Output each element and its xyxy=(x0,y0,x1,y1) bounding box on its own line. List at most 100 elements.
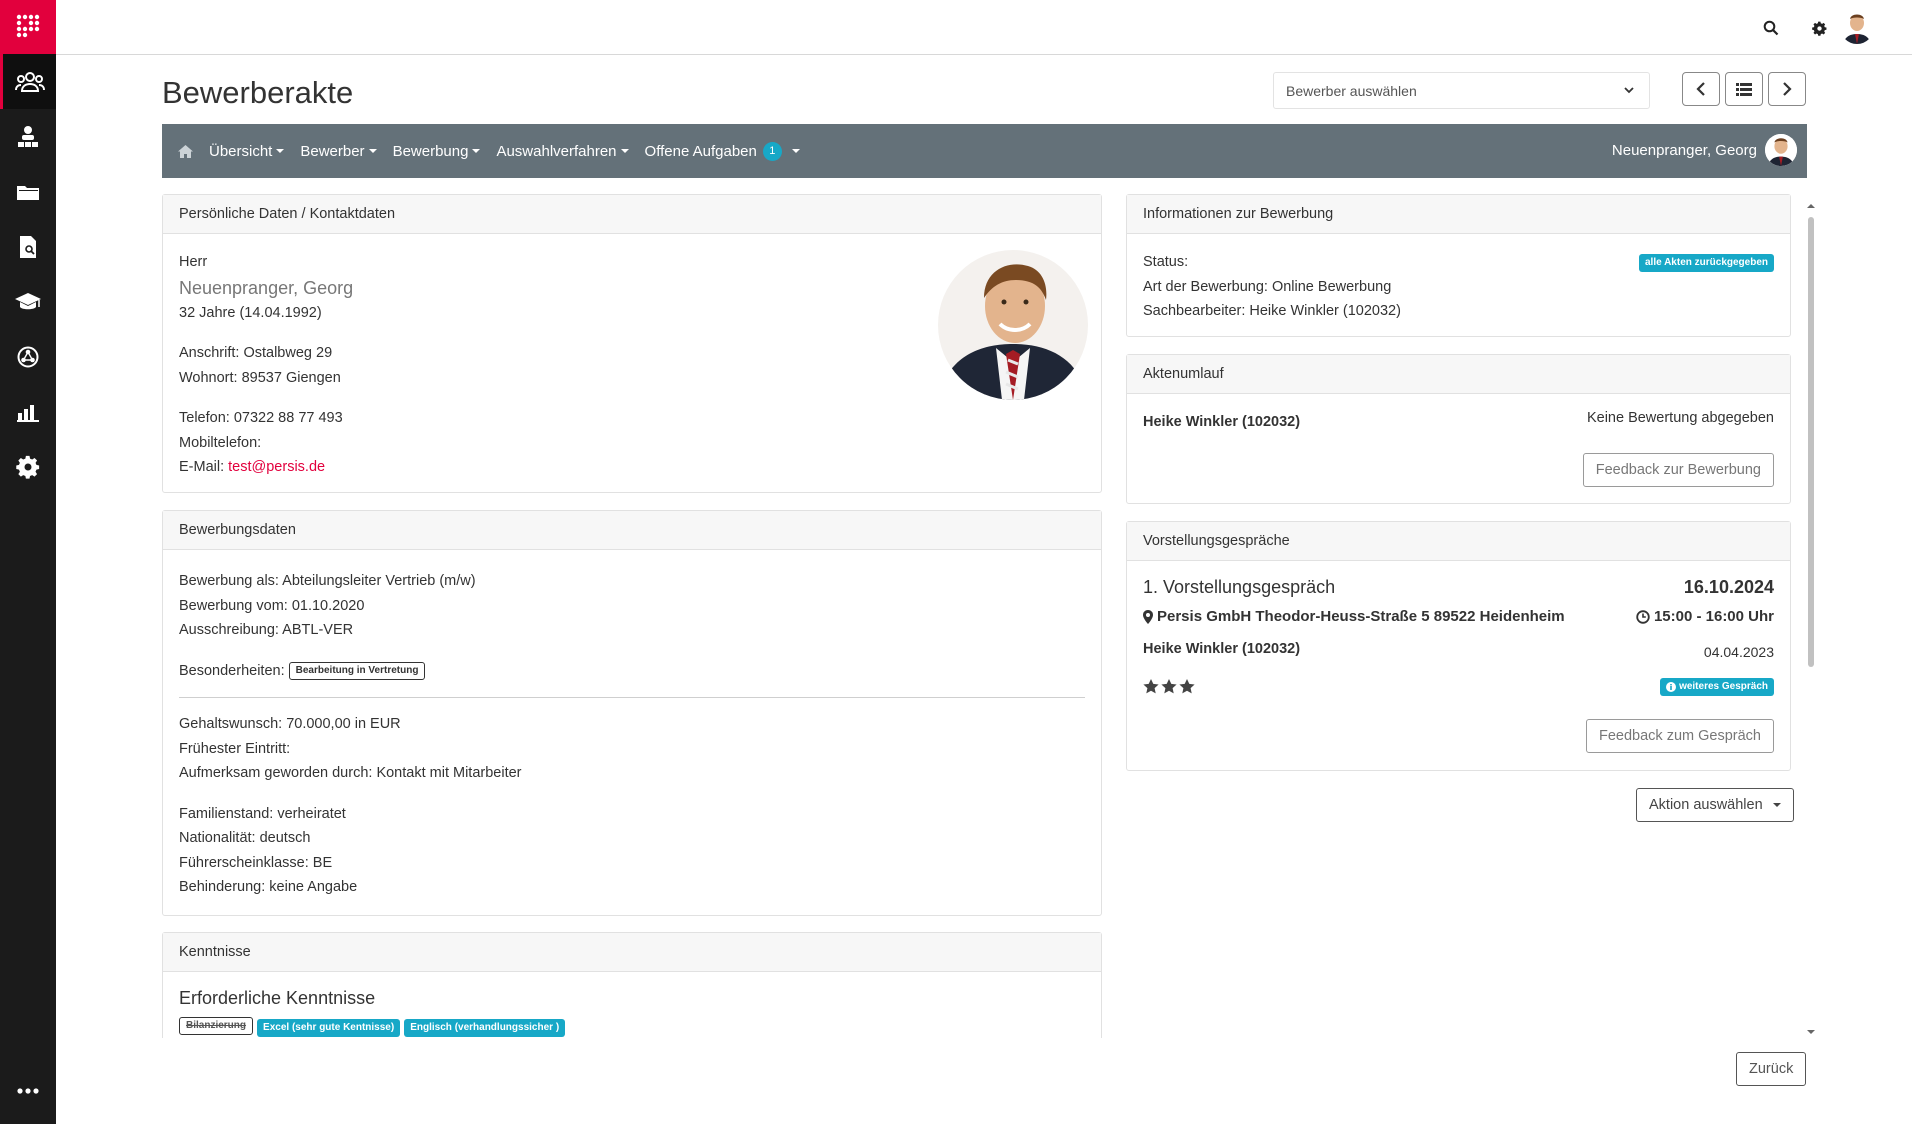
skills-card: Kenntnisse Erforderliche Kenntnisse Bila… xyxy=(162,932,1102,1038)
action-select-label: Aktion auswählen xyxy=(1649,797,1763,813)
marital-status: Familienstand: verheiratet xyxy=(179,805,346,822)
skill-tag: Englisch (verhandlungssicher ) xyxy=(404,1019,566,1037)
nav-user-name: Neuenpranger, Georg xyxy=(1611,141,1757,159)
clerk: Sachbearbeiter: Heike Winkler (102032) xyxy=(1143,303,1401,319)
content-scrollbar[interactable] xyxy=(1806,200,1816,1036)
sidebar-item-network[interactable] xyxy=(0,329,56,384)
feedback-interview-button[interactable]: Feedback zum Gespräch xyxy=(1586,719,1774,753)
settings-button[interactable] xyxy=(1807,16,1831,40)
list-view-button[interactable] xyxy=(1725,72,1763,106)
portrait-image xyxy=(938,250,1088,400)
nav-open-tasks[interactable]: Offene Aufgaben 1 xyxy=(644,141,800,161)
graduation-cap-icon xyxy=(15,292,41,309)
skill-tag: Bilanzierung xyxy=(179,1017,254,1036)
star-icon xyxy=(1179,679,1195,694)
folder-icon xyxy=(17,185,39,200)
personal-data-card: Persönliche Daten / Kontaktdaten Herr Ne… xyxy=(162,194,1102,493)
nav-applicant[interactable]: Bewerber xyxy=(300,142,377,160)
nav-home[interactable] xyxy=(178,144,193,158)
salutation: Herr xyxy=(179,254,208,270)
star-icon xyxy=(1161,679,1177,694)
email-row: E-Mail: test@persis.de xyxy=(179,455,1085,480)
card-header: Bewerbungsdaten xyxy=(163,511,1101,550)
application-info-card: Informationen zur Bewerbung Status: Art … xyxy=(1126,194,1791,337)
logo-dots-icon xyxy=(16,14,40,38)
sidebar-item-files[interactable] xyxy=(0,164,56,219)
application-position: Bewerbung als: Abteilungsleiter Vertrieb… xyxy=(179,573,476,589)
gear-icon xyxy=(16,455,40,479)
chevron-left-icon xyxy=(1696,82,1705,96)
sidebar-item-reports[interactable] xyxy=(0,384,56,439)
sidebar-item-settings[interactable] xyxy=(0,439,56,494)
chevron-down-icon xyxy=(1624,87,1634,94)
skill-tag: Excel (sehr gute Kentnisse) xyxy=(257,1019,401,1037)
mobile: Mobiltelefon: xyxy=(179,434,262,451)
city: Wohnort: 89537 Giengen xyxy=(179,369,341,386)
skills-clip: Kenntnisse Erforderliche Kenntnisse Bila… xyxy=(162,932,1102,1038)
previous-button[interactable] xyxy=(1682,72,1720,106)
nav-user-avatar xyxy=(1765,134,1797,166)
further-interview-badge: weiteres Gespräch xyxy=(1660,678,1774,696)
interview-location-text: Persis GmbH Theodor-Heuss-Straße 5 89522… xyxy=(1157,608,1565,625)
applicant-photo xyxy=(938,250,1088,400)
scroll-down-icon xyxy=(1807,1030,1815,1034)
nav-application-label: Bewerbung xyxy=(392,142,469,160)
card-header: Aktenumlauf xyxy=(1127,355,1790,394)
map-marker-icon xyxy=(1143,609,1153,624)
divider xyxy=(179,697,1085,698)
special-tag: Bearbeitung in Vertretung xyxy=(288,661,426,680)
search-icon xyxy=(1763,20,1779,36)
network-icon xyxy=(17,346,39,367)
interview-time: 15:00 - 16:00 Uhr xyxy=(1636,608,1774,625)
home-icon xyxy=(178,144,193,158)
user-avatar[interactable] xyxy=(1840,10,1874,44)
back-button[interactable]: Zurück xyxy=(1736,1052,1807,1086)
skills-tags: Bilanzierung Excel (sehr gute Kentnisse)… xyxy=(179,1014,1085,1038)
interview-rating xyxy=(1143,679,1195,694)
sidebar-item-documents[interactable] xyxy=(0,219,56,274)
action-select-button[interactable]: Aktion auswählen xyxy=(1636,788,1794,822)
clock-icon xyxy=(1636,609,1650,624)
chevron-right-icon xyxy=(1783,82,1792,96)
info-icon xyxy=(1666,682,1677,692)
nav-overview-label: Übersicht xyxy=(209,142,273,160)
top-bar xyxy=(56,0,1912,55)
file-circulation-card: Aktenumlauf Heike Winkler (102032) Keine… xyxy=(1126,354,1791,504)
nav-selection-process[interactable]: Auswahlverfahren xyxy=(496,142,629,160)
interview-date: 16.10.2024 xyxy=(1683,577,1774,597)
drivers-license: Führerscheinklasse: BE xyxy=(179,854,333,871)
card-header: Persönliche Daten / Kontaktdaten xyxy=(163,195,1101,234)
sidebar-item-applicants[interactable] xyxy=(0,54,56,109)
further-interview-label: weiteres Gespräch xyxy=(1679,681,1768,692)
applicant-select[interactable]: Bewerber auswählen xyxy=(1273,72,1650,109)
nav-application[interactable]: Bewerbung xyxy=(393,143,481,160)
card-header: Informationen zur Bewerbung xyxy=(1127,195,1790,234)
next-button[interactable] xyxy=(1768,72,1806,106)
sidebar-item-training[interactable] xyxy=(0,274,56,329)
nav-overview[interactable]: Übersicht xyxy=(209,142,285,160)
earliest-start: Frühester Eintritt: xyxy=(179,740,291,757)
search-button[interactable] xyxy=(1759,16,1783,40)
nav-selection-label: Auswahlverfahren xyxy=(496,142,617,160)
task-count-badge: 1 xyxy=(762,141,782,161)
sidebar xyxy=(0,0,56,1124)
document-search-icon xyxy=(20,235,36,258)
sidebar-item-organization[interactable] xyxy=(0,109,56,164)
list-icon xyxy=(1736,82,1752,96)
email-link[interactable]: test@persis.de xyxy=(228,459,325,475)
app-logo[interactable] xyxy=(0,0,56,54)
status-badge: alle Akten zurückgegeben xyxy=(1639,254,1774,272)
sidebar-more[interactable] xyxy=(0,1076,56,1106)
feedback-application-button[interactable]: Feedback zur Bewerbung xyxy=(1582,453,1774,487)
circulation-state: Keine Bewertung abgegeben xyxy=(1586,410,1774,426)
application-date: Bewerbung vom: 01.10.2020 xyxy=(179,597,365,614)
nav-open-tasks-label: Offene Aufgaben xyxy=(644,142,757,160)
scrollbar-thumb[interactable] xyxy=(1808,217,1814,667)
nav-applicant-label: Bewerber xyxy=(300,142,365,160)
org-chart-icon xyxy=(18,125,38,147)
disability: Behinderung: keine Angabe xyxy=(179,879,358,895)
gear-icon xyxy=(1811,21,1826,36)
scroll-up-icon xyxy=(1807,204,1815,208)
context-navbar: Übersicht Bewerber Bewerbung Auswahlverf… xyxy=(162,124,1807,178)
card-header: Vorstellungsgespräche xyxy=(1127,522,1790,561)
